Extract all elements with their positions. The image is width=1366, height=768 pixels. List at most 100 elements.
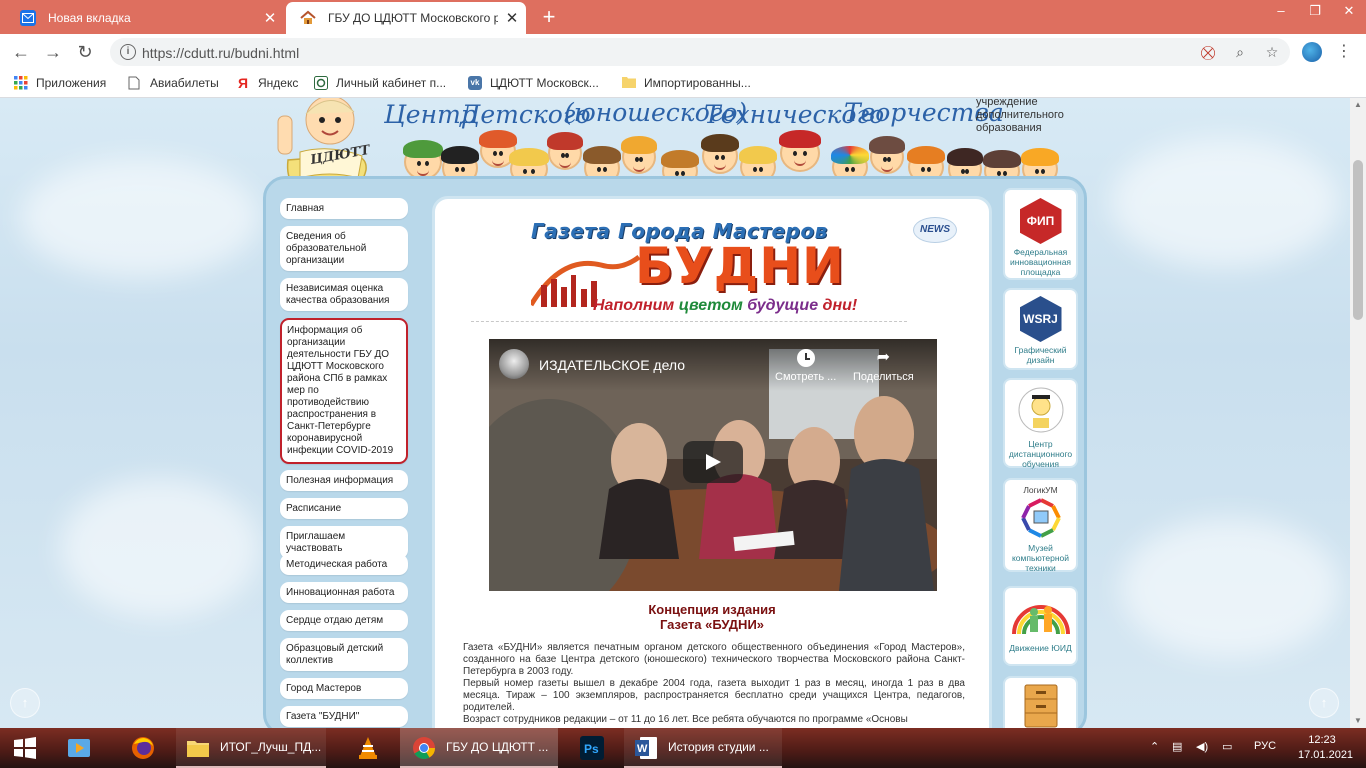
watch-later-button[interactable]: Смотреть ... xyxy=(775,349,836,383)
vk-icon: vk xyxy=(468,76,482,90)
yandex-icon: Я xyxy=(237,75,249,91)
bookmark-aviabilety[interactable]: Авиабилеты xyxy=(128,76,219,90)
scroll-up-arrow-icon[interactable]: ▲ xyxy=(1350,98,1366,112)
child-face-illustration xyxy=(547,132,583,170)
new-tab-button[interactable]: + xyxy=(536,4,562,30)
nav-item-schedule[interactable]: Расписание xyxy=(280,498,408,519)
nav-item-org-info[interactable]: Сведения об образовательной организации xyxy=(280,226,408,271)
taskbar-firefox[interactable] xyxy=(122,728,166,768)
volume-icon[interactable]: ◀) xyxy=(1196,740,1208,753)
rainbow-people-icon xyxy=(1011,605,1070,635)
close-tab-icon[interactable]: ✕ xyxy=(498,9,526,27)
nav-item-model-collective[interactable]: Образцовый детский коллектив xyxy=(280,638,408,671)
header-subtitle-line: образования xyxy=(976,122,1042,134)
network-icon[interactable]: ▤ xyxy=(1172,740,1182,753)
sidebar-link-yuid[interactable]: Движение ЮИД xyxy=(1003,586,1078,666)
scroll-up-left-icon[interactable]: ↑ xyxy=(10,688,40,718)
wsrj-badge-icon: WSRJ xyxy=(1019,296,1062,342)
close-tab-icon[interactable]: ✕ xyxy=(256,9,284,27)
battery-icon[interactable]: ▭ xyxy=(1222,740,1232,753)
folder-icon xyxy=(622,76,636,90)
taskbar-vlc[interactable] xyxy=(346,728,390,768)
logicum-badge-text: ЛогикУМ xyxy=(1023,485,1058,495)
scrollbar-thumb[interactable] xyxy=(1353,160,1363,320)
site-info-icon[interactable]: i xyxy=(120,44,136,60)
wsrj-badge-text: WSRJ xyxy=(1023,312,1058,326)
tab-cdutt[interactable]: ГБУ ДО ЦДЮТТ Московского р ✕ xyxy=(286,2,526,34)
language-indicator[interactable]: РУС xyxy=(1254,740,1276,752)
computer-museum-icon xyxy=(1020,498,1061,538)
sidebar-link-archive[interactable] xyxy=(1003,676,1078,728)
sidebar-link-museum[interactable]: ЛогикУМ Музей компьютерной техники xyxy=(1003,478,1078,573)
play-button-icon[interactable] xyxy=(683,441,743,483)
fip-badge-icon: ФИП xyxy=(1019,198,1062,244)
nav-item-heart[interactable]: Сердце отдаю детям xyxy=(280,610,408,631)
bookmark-apps[interactable]: Приложения xyxy=(14,76,106,90)
nav-item-innovation[interactable]: Инновационная работа xyxy=(280,582,408,603)
scroll-down-arrow-icon[interactable]: ▼ xyxy=(1350,714,1366,728)
vlc-icon xyxy=(359,737,377,759)
folder-icon xyxy=(187,741,209,757)
address-bar[interactable]: i https://cdutt.ru/budni.html ⛒ ⌕ ☆ xyxy=(110,38,1290,66)
system-clock[interactable]: 12:23 17.01.2021 xyxy=(1298,733,1353,763)
page-scrollbar[interactable]: ▲ ▼ xyxy=(1350,98,1366,728)
taskbar-app-label: История студии ... xyxy=(668,740,769,754)
bookmark-label: Импортированны... xyxy=(644,76,751,90)
zoom-icon[interactable]: ⌕ xyxy=(1230,42,1250,62)
taskbar-photoshop[interactable]: Ps xyxy=(570,728,614,768)
cabinet-icon xyxy=(314,76,328,90)
sidebar-link-fip[interactable]: ФИП Федеральная инновационная площадка xyxy=(1003,188,1078,280)
mail-icon xyxy=(20,10,36,26)
menu-kebab-icon[interactable]: ⋮ xyxy=(1332,40,1356,64)
nav-item-budni[interactable]: Газета "БУДНИ" xyxy=(280,706,408,727)
nav-item-quality-assessment[interactable]: Независимая оценка качества образования xyxy=(280,278,408,311)
concept-title: Концепция издания xyxy=(648,602,776,617)
child-face-illustration xyxy=(403,140,443,180)
taskbar-word[interactable]: W История студии ... xyxy=(624,728,782,768)
taskbar-media-player[interactable] xyxy=(60,728,100,768)
restore-icon[interactable]: ❐ xyxy=(1298,0,1332,30)
site-header: Центр Детского (юношеского) Технического… xyxy=(262,98,1092,188)
news-badge-icon: NEWS xyxy=(913,217,957,243)
url-text[interactable]: https://cdutt.ru/budni.html xyxy=(142,45,299,61)
profile-avatar[interactable] xyxy=(1302,42,1322,62)
share-button[interactable]: ➦ Поделиться xyxy=(853,349,914,383)
header-subtitle: учреждение дополнительного образования xyxy=(976,98,1064,135)
nav-item-covid-info[interactable]: Информация об организации деятельности Г… xyxy=(280,318,408,464)
scroll-up-right-icon[interactable]: ↑ xyxy=(1309,688,1339,718)
show-hidden-icons[interactable]: ⌃ xyxy=(1150,740,1159,753)
taskbar-app-label: ИТОГ_Лучш_ПД... xyxy=(220,740,322,754)
taskbar-explorer-folder[interactable]: ИТОГ_Лучш_ПД... xyxy=(176,728,326,768)
tab-title: ГБУ ДО ЦДЮТТ Московского р xyxy=(328,11,498,25)
taskbar-chrome[interactable]: ГБУ ДО ЦДЮТТ ... xyxy=(400,728,558,768)
back-arrow-icon[interactable]: ← xyxy=(8,39,34,65)
tab-new-tab[interactable]: Новая вкладка ✕ xyxy=(6,2,284,34)
slogan-word: цветом xyxy=(678,297,743,314)
header-subtitle-line: дополнительного xyxy=(976,109,1064,121)
bookmark-star-icon[interactable]: ☆ xyxy=(1262,42,1282,62)
reload-icon[interactable]: ↻ xyxy=(72,39,98,65)
nav-item-home[interactable]: Главная xyxy=(280,198,408,219)
bookmark-imported[interactable]: Импортированны... xyxy=(622,76,751,90)
concept-subtitle: Газета «БУДНИ» xyxy=(659,617,765,632)
channel-avatar[interactable] xyxy=(499,349,529,379)
nav-item-methodical[interactable]: Методическая работа xyxy=(280,554,408,575)
video-title[interactable]: ИЗДАТЕЛЬСКОЕ дело xyxy=(539,357,685,373)
sidebar-link-wsrj[interactable]: WSRJ Графический дизайн xyxy=(1003,288,1078,370)
close-window-icon[interactable]: ✕ xyxy=(1332,0,1366,30)
bookmark-yandex[interactable]: Я Яндекс xyxy=(236,76,298,90)
nav-item-useful-info[interactable]: Полезная информация xyxy=(280,470,408,491)
windows-start-icon xyxy=(14,737,36,759)
forward-arrow-icon[interactable]: → xyxy=(40,39,66,65)
bookmark-vk[interactable]: vk ЦДЮТТ Московск... xyxy=(468,76,599,90)
blocked-content-icon[interactable]: ⛒ xyxy=(1198,42,1218,62)
video-player[interactable]: ИЗДАТЕЛЬСКОЕ дело Смотреть ... ➦ Поделит… xyxy=(489,339,937,591)
minimize-icon[interactable]: – xyxy=(1264,0,1298,30)
sidebar-link-distance[interactable]: Центр дистанционного обучения xyxy=(1003,378,1078,469)
nav-item-city-of-masters[interactable]: Город Мастеров xyxy=(280,678,408,699)
bookmark-label: Яндекс xyxy=(258,76,299,90)
start-button[interactable] xyxy=(0,728,50,768)
taskbar-app-label: ГБУ ДО ЦДЮТТ ... xyxy=(446,740,549,754)
share-label: Поделиться xyxy=(853,371,914,383)
bookmark-cabinet[interactable]: Личный кабинет п... xyxy=(314,76,446,90)
